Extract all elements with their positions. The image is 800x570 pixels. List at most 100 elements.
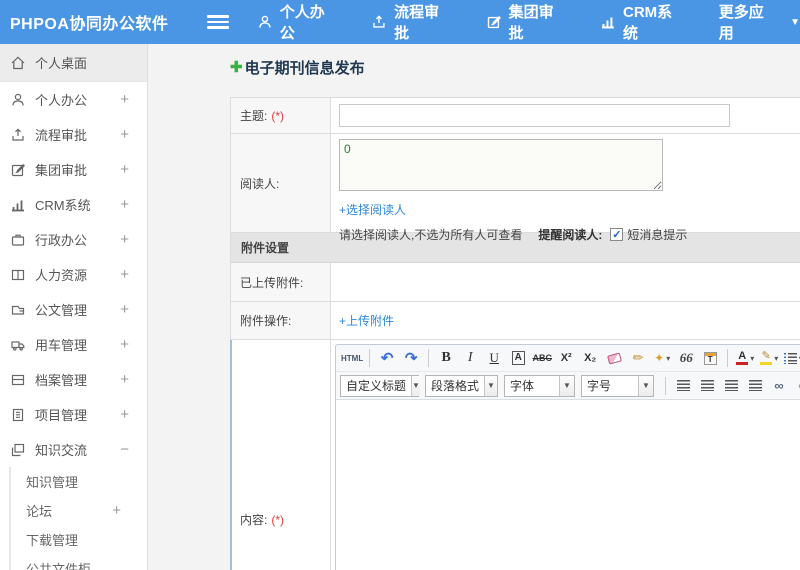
- font-family-select[interactable]: 字体 ▼: [504, 374, 575, 397]
- sidebar-subitem-download-management[interactable]: 下载管理: [11, 525, 147, 554]
- nav-label: 集团审批: [508, 4, 554, 42]
- underline-button[interactable]: U: [483, 347, 505, 369]
- sidebar-subitem-public-file-cabinet[interactable]: 公共文件柜: [11, 554, 147, 570]
- expand-plus-icon[interactable]: +: [112, 502, 121, 519]
- collapse-minus-icon[interactable]: −: [120, 441, 129, 458]
- operation-label-cell: 附件操作:: [231, 302, 331, 339]
- sidebar-item-personal-office[interactable]: 个人办公 +: [0, 82, 147, 117]
- chevron-down-icon: ▼: [484, 375, 497, 396]
- nav-crm-system[interactable]: CRM系统: [600, 1, 687, 43]
- sidebar-item-vehicle-management[interactable]: 用车管理 +: [0, 327, 147, 362]
- hamburger-menu-icon[interactable]: [207, 15, 229, 29]
- attachments-section-title: 附件设置: [241, 241, 290, 255]
- italic-button[interactable]: I: [459, 347, 481, 369]
- readers-value-cell: 0 +选择阅读人 请选择阅读人,不选为所有人可查看 提醒阅读人: ✓ 短消息提示: [331, 134, 800, 242]
- sidebar-item-project-management[interactable]: 项目管理 +: [0, 397, 147, 432]
- custom-heading-select[interactable]: 自定义标题 ▼: [340, 374, 420, 397]
- sidebar-subitem-label: 知识管理: [26, 475, 79, 490]
- expand-plus-icon[interactable]: +: [120, 196, 129, 213]
- sidebar-item-label: 个人桌面: [35, 56, 88, 71]
- person-icon: [259, 15, 271, 28]
- nav-personal-office[interactable]: 个人办公: [257, 1, 339, 43]
- align-justify-button[interactable]: [744, 375, 766, 397]
- sidebar-subitem-knowledge-management[interactable]: 知识管理: [11, 467, 147, 496]
- sidebar-item-group-approval[interactable]: 集团审批 +: [0, 152, 147, 187]
- sidebar-item-workflow-approval[interactable]: 流程审批 +: [0, 117, 147, 152]
- readers-hint-line: 请选择阅读人,不选为所有人可查看 提醒阅读人: ✓ 短消息提示: [339, 226, 800, 243]
- blockquote-button[interactable]: 66: [675, 347, 697, 369]
- clipboard-icon: T: [703, 351, 717, 365]
- sidebar-subitem-forum[interactable]: 论坛 +: [11, 496, 147, 525]
- remove-link-button[interactable]: ∞: [792, 375, 800, 397]
- upload-attachment-link[interactable]: +上传附件: [339, 312, 394, 329]
- expand-plus-icon[interactable]: +: [120, 371, 129, 388]
- sms-checkbox[interactable]: ✓: [610, 228, 624, 241]
- content-label-cell: 内容: (*): [231, 340, 331, 570]
- expand-plus-icon[interactable]: +: [120, 126, 129, 143]
- expand-plus-icon[interactable]: +: [120, 301, 129, 318]
- subject-input[interactable]: [339, 104, 730, 127]
- sidebar-item-personal-desktop[interactable]: 个人桌面: [0, 44, 147, 82]
- ordered-list-icon: [783, 352, 797, 364]
- select-readers-link[interactable]: +选择阅读人: [339, 201, 406, 218]
- sidebar-item-crm-system[interactable]: CRM系统 +: [0, 187, 147, 222]
- expand-plus-icon[interactable]: +: [120, 406, 129, 423]
- quick-format-button[interactable]: ✦ ▾: [651, 347, 673, 369]
- sidebar-item-admin-office[interactable]: 行政办公 +: [0, 222, 147, 257]
- font-color-button[interactable]: A ▾: [734, 347, 756, 369]
- align-right-button[interactable]: [720, 375, 742, 397]
- expand-plus-icon[interactable]: +: [120, 231, 129, 248]
- readers-textarea[interactable]: 0: [339, 139, 663, 191]
- align-center-button[interactable]: [696, 375, 718, 397]
- content-value-cell: HTML ↶ ↷ B I U A ABC X² X₂ ✏ ✦ ▾ 66 T A …: [331, 340, 800, 570]
- html-source-button[interactable]: HTML: [341, 347, 363, 369]
- content-label: 内容:: [240, 513, 268, 527]
- bold-button[interactable]: B: [435, 347, 457, 369]
- required-mark: (*): [271, 512, 285, 527]
- eraser-icon: [606, 351, 622, 365]
- nav-more-apps[interactable]: 更多应用 ▼: [719, 1, 800, 43]
- remove-format-button[interactable]: [603, 347, 625, 369]
- subscript-button[interactable]: X₂: [579, 347, 601, 369]
- green-plus-icon: ✚: [230, 58, 243, 76]
- expand-plus-icon[interactable]: +: [120, 161, 129, 178]
- sidebar-item-document-management[interactable]: 公文管理 +: [0, 292, 147, 327]
- editor-content-area[interactable]: [336, 399, 800, 570]
- home-icon: [11, 55, 25, 69]
- readers-label-cell: 阅读人:: [231, 134, 331, 232]
- sidebar-item-knowledge-exchange[interactable]: 知识交流 −: [0, 432, 147, 467]
- toolbar-separator: [665, 376, 666, 395]
- page-title-text: 电子期刊信息发布: [244, 59, 365, 77]
- subject-row: 主题: (*): [231, 98, 800, 134]
- expand-plus-icon[interactable]: +: [120, 91, 129, 108]
- bar-chart-icon: [602, 17, 615, 29]
- redo-button[interactable]: ↷: [400, 347, 422, 369]
- format-painter-button[interactable]: ✏: [627, 347, 649, 369]
- editor-toolbar-row1: HTML ↶ ↷ B I U A ABC X² X₂ ✏ ✦ ▾ 66 T A …: [336, 345, 800, 372]
- ordered-list-button[interactable]: ▾: [782, 347, 800, 369]
- sidebar-item-human-resources[interactable]: 人力资源 +: [0, 257, 147, 292]
- expand-plus-icon[interactable]: +: [120, 266, 129, 283]
- workflow-icon: [373, 15, 385, 28]
- align-left-icon: [676, 380, 690, 391]
- font-style-button[interactable]: A: [507, 347, 529, 369]
- nav-group-approval[interactable]: 集团审批: [486, 1, 568, 43]
- strikethrough-button[interactable]: ABC: [531, 347, 553, 369]
- link-icon: ∞: [774, 378, 784, 393]
- font-size-select[interactable]: 字号 ▼: [581, 374, 654, 397]
- nav-workflow-approval[interactable]: 流程审批: [371, 1, 453, 43]
- rich-text-editor: HTML ↶ ↷ B I U A ABC X² X₂ ✏ ✦ ▾ 66 T A …: [335, 344, 800, 570]
- superscript-button[interactable]: X²: [555, 347, 577, 369]
- undo-button[interactable]: ↶: [376, 347, 398, 369]
- highlight-color-button[interactable]: ✎ ▾: [758, 347, 780, 369]
- paragraph-format-select[interactable]: 段落格式 ▼: [425, 374, 498, 397]
- layers-icon: [11, 443, 25, 456]
- paste-as-text-button[interactable]: T: [699, 347, 721, 369]
- expand-plus-icon[interactable]: +: [120, 336, 129, 353]
- uploaded-value-cell: [331, 263, 800, 301]
- sidebar-item-label: 集团审批: [35, 163, 88, 178]
- insert-link-button[interactable]: ∞: [768, 375, 790, 397]
- align-left-button[interactable]: [672, 375, 694, 397]
- sidebar-item-label: 个人办公: [35, 93, 88, 108]
- sidebar-item-archive-management[interactable]: 档案管理 +: [0, 362, 147, 397]
